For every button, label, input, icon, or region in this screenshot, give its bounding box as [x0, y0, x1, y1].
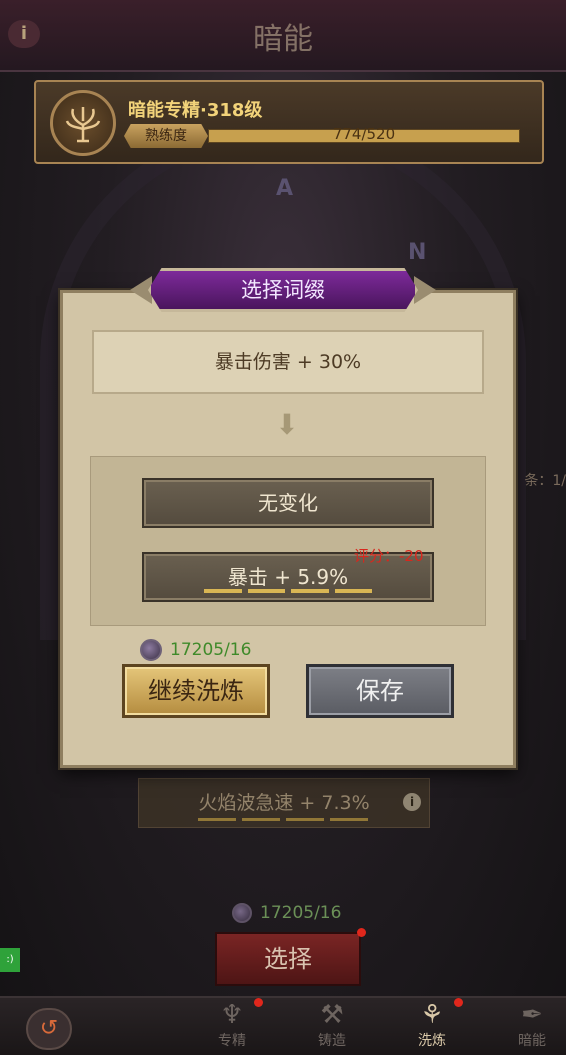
current-affix: 暴击伤害 + 30% [92, 330, 484, 394]
side-chip[interactable]: :) [0, 948, 20, 972]
feather-icon: ✒ [521, 1000, 543, 1030]
mastery-title: 暗能专精·318级 [128, 100, 263, 121]
tree-icon: ♆ [220, 1000, 244, 1030]
modal-title: 选择词缀 [148, 268, 418, 312]
tree-emblem-icon [50, 90, 116, 156]
mastery-panel: 暗能专精·318级 熟练度 774/520 [34, 80, 544, 164]
triskelion-icon: ⚘ [420, 1000, 444, 1030]
gem-icon [232, 903, 252, 923]
notification-dot [357, 928, 366, 937]
cost-value: 17205/16 [170, 640, 252, 660]
page-title: 暗能 [253, 22, 313, 57]
arrow-down-icon: ⬇ [275, 408, 299, 441]
nav-label: 洗炼 [418, 1033, 446, 1049]
anvil-icon: ⚒ [320, 1000, 344, 1030]
cost-row: 17205/16 [140, 636, 251, 664]
rune-icon: N [408, 240, 427, 265]
notification-dot [254, 998, 263, 1007]
background-cost-row: 17205/16 [232, 903, 341, 923]
nav-label: 专精 [218, 1033, 246, 1049]
nav-label: 暗能 [518, 1033, 546, 1049]
continue-refine-button[interactable]: 继续洗炼 [122, 664, 270, 718]
quality-bar [204, 589, 372, 593]
info-icon[interactable]: i [403, 793, 421, 811]
proficiency-value: 774/520 [332, 125, 396, 143]
top-bar: i 暗能 [0, 0, 566, 72]
back-button[interactable]: ↺ [26, 1008, 72, 1050]
nav-item-forge[interactable]: ⚒ 铸造 [302, 1000, 362, 1055]
side-counter: 条：1/ [524, 473, 566, 489]
background-quality-bar [198, 818, 368, 821]
score-label: 评分：-20 [354, 547, 424, 565]
select-button[interactable]: 选择 [215, 932, 361, 986]
nav-label: 铸造 [318, 1033, 346, 1049]
nav-item-refine[interactable]: ⚘ 洗炼 [402, 1000, 462, 1055]
bottom-nav [0, 996, 566, 1055]
notification-dot [454, 998, 463, 1007]
option-no-change[interactable]: 无变化 [142, 478, 434, 528]
gem-icon [140, 639, 162, 661]
nav-item-dark-energy[interactable]: ✒ 暗能 [502, 1000, 562, 1055]
proficiency-label: 熟练度 [124, 124, 208, 148]
rune-icon: A [276, 176, 294, 201]
save-button[interactable]: 保存 [306, 664, 454, 718]
background-cost: 17205/16 [260, 903, 342, 923]
nav-item-mastery[interactable]: ♆ 专精 [202, 1000, 262, 1055]
